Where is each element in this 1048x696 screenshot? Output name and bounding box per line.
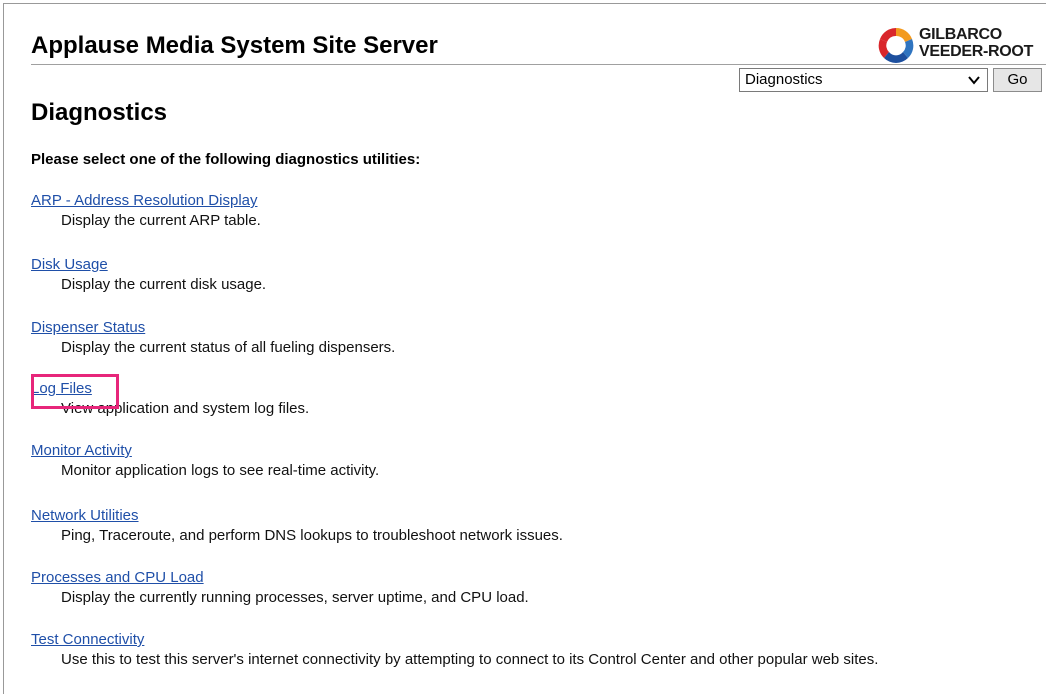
go-button[interactable]: Go xyxy=(993,68,1042,92)
page-frame: Applause Media System Site Server GILBAR… xyxy=(3,3,1046,694)
section-select-value: Diagnostics xyxy=(745,71,823,88)
instructions-text: Please select one of the following diagn… xyxy=(31,151,421,168)
utility-network-utilities: Network Utilities Ping, Traceroute, and … xyxy=(31,506,1041,545)
utility-test-connectivity: Test Connectivity Use this to test this … xyxy=(31,630,1041,669)
arp-link[interactable]: ARP - Address Resolution Display xyxy=(31,191,258,210)
test-connectivity-link[interactable]: Test Connectivity xyxy=(31,630,144,649)
chevron-down-icon xyxy=(968,76,980,85)
utility-monitor-activity: Monitor Activity Monitor application log… xyxy=(31,441,1041,480)
title-divider xyxy=(31,64,1046,65)
utility-processes-cpu-load: Processes and CPU Load Display the curre… xyxy=(31,568,1041,607)
utility-description: Use this to test this server's internet … xyxy=(61,651,879,668)
utility-dispenser-status: Dispenser Status Display the current sta… xyxy=(31,318,1041,357)
disk-usage-link[interactable]: Disk Usage xyxy=(31,255,108,274)
brand-logo: GILBARCO VEEDER-ROOT xyxy=(876,25,1046,65)
logo-line-1: GILBARCO xyxy=(919,26,1002,43)
utility-description: View application and system log files. xyxy=(61,400,310,417)
page-header: Applause Media System Site Server GILBAR… xyxy=(4,4,1046,65)
utility-disk-usage: Disk Usage Display the current disk usag… xyxy=(31,255,1041,294)
processes-cpu-load-link[interactable]: Processes and CPU Load xyxy=(31,568,204,587)
utility-description: Display the current status of all fuelin… xyxy=(61,339,396,356)
utility-log-files: Log Files View application and system lo… xyxy=(31,379,1041,418)
network-utilities-link[interactable]: Network Utilities xyxy=(31,506,139,525)
dispenser-status-link[interactable]: Dispenser Status xyxy=(31,318,145,337)
app-title: Applause Media System Site Server xyxy=(31,32,438,59)
logo-text: GILBARCO VEEDER-ROOT xyxy=(919,26,1033,60)
section-select[interactable]: Diagnostics xyxy=(739,68,988,92)
monitor-activity-link[interactable]: Monitor Activity xyxy=(31,441,132,460)
utility-description: Display the current disk usage. xyxy=(61,276,267,293)
utility-description: Ping, Traceroute, and perform DNS lookup… xyxy=(61,527,563,544)
gilbarco-logo-icon xyxy=(878,27,914,63)
utility-arp: ARP - Address Resolution Display Display… xyxy=(31,191,1041,230)
utility-description: Display the current ARP table. xyxy=(61,212,261,229)
utility-description: Display the currently running processes,… xyxy=(61,589,529,606)
logo-line-2: VEEDER-ROOT xyxy=(919,43,1034,60)
log-files-link[interactable]: Log Files xyxy=(31,379,92,398)
page-heading: Diagnostics xyxy=(31,99,168,126)
utility-description: Monitor application logs to see real-tim… xyxy=(61,462,380,479)
